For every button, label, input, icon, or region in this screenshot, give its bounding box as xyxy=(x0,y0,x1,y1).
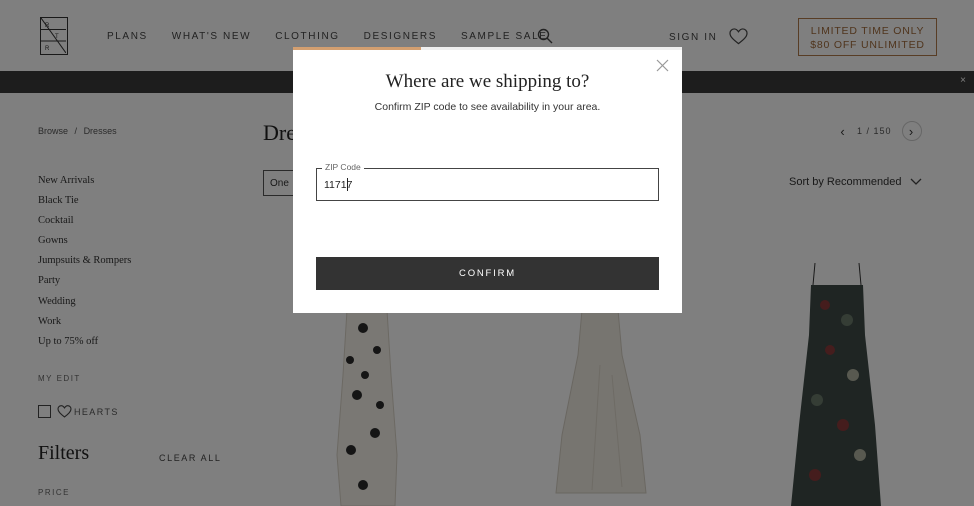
modal-progress-bar xyxy=(293,47,682,50)
zip-input[interactable] xyxy=(324,178,644,192)
modal-subtitle: Confirm ZIP code to see availability in … xyxy=(374,101,601,113)
text-caret xyxy=(347,178,348,191)
zip-label: ZIP Code xyxy=(322,162,364,172)
modal-progress-fill xyxy=(293,47,422,50)
shipping-zip-modal: Where are we shipping to? Confirm ZIP co… xyxy=(293,47,682,313)
modal-title: Where are we shipping to? xyxy=(385,71,590,92)
zip-field[interactable]: ZIP Code xyxy=(316,162,659,201)
confirm-button[interactable]: CONFIRM xyxy=(316,257,659,290)
